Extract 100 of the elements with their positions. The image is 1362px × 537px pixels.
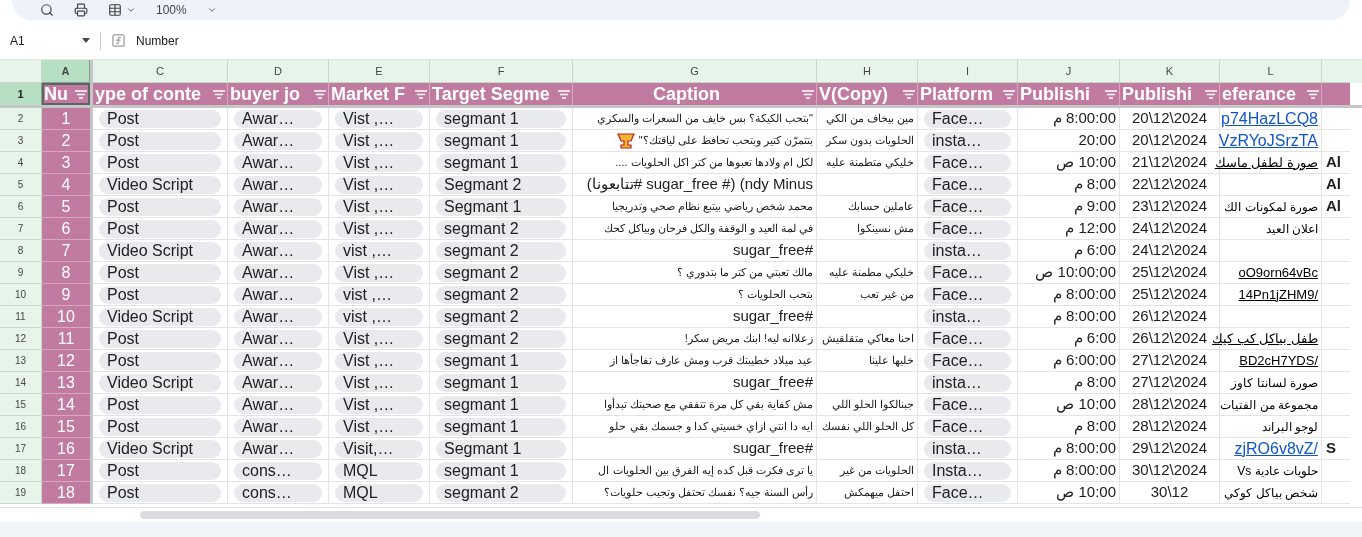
reference-link[interactable]: p74HazLCQ8 bbox=[1221, 106, 1318, 131]
dropdown-chip[interactable]: Awar… bbox=[234, 373, 322, 392]
filter-icon[interactable] bbox=[558, 89, 570, 99]
row-number[interactable]: 4 bbox=[17, 155, 24, 170]
row-number[interactable]: 3 bbox=[17, 133, 24, 148]
dropdown-chip[interactable]: Awar… bbox=[234, 417, 322, 436]
dropdown-chip[interactable]: Face… bbox=[924, 417, 1011, 436]
dropdown-chip[interactable]: Awar… bbox=[234, 219, 322, 238]
dropdown-chip[interactable]: segmant 1 bbox=[436, 351, 566, 370]
row-number[interactable]: 5 bbox=[17, 177, 24, 192]
row-header[interactable]: 1 bbox=[0, 83, 42, 105]
dropdown-chip[interactable]: segmant 2 bbox=[436, 307, 566, 326]
name-box[interactable]: A1 bbox=[0, 27, 100, 54]
dropdown-chip[interactable]: Post bbox=[99, 351, 221, 370]
dropdown-chip[interactable]: Awar… bbox=[234, 175, 322, 194]
dropdown-chip[interactable]: MQL bbox=[335, 483, 423, 502]
dropdown-chip[interactable]: Face… bbox=[924, 153, 1011, 172]
dropdown-chip[interactable]: Post bbox=[99, 197, 221, 216]
dropdown-chip[interactable]: Post bbox=[99, 153, 221, 172]
dropdown-chip[interactable]: segmant 1 bbox=[436, 395, 566, 414]
dropdown-chip[interactable]: Face… bbox=[924, 395, 1011, 414]
dropdown-chip[interactable]: segmant 1 bbox=[436, 131, 566, 150]
dropdown-chip[interactable]: Face… bbox=[924, 197, 1011, 216]
dropdown-chip[interactable]: Post bbox=[99, 329, 221, 348]
dropdown-chip[interactable]: Post bbox=[99, 131, 221, 150]
filter-icon[interactable] bbox=[213, 89, 225, 99]
dropdown-chip[interactable]: Vist ,… bbox=[335, 395, 423, 414]
filter-icon[interactable] bbox=[903, 89, 915, 99]
dropdown-chip[interactable]: Vist ,… bbox=[335, 417, 423, 436]
dropdown-chip[interactable]: Awar… bbox=[234, 131, 322, 150]
dropdown-chip[interactable]: Visit,… bbox=[335, 439, 423, 458]
dropdown-chip[interactable]: insta… bbox=[924, 373, 1011, 392]
dropdown-chip[interactable]: segmant 2 bbox=[436, 219, 566, 238]
dropdown-chip[interactable]: Vist ,… bbox=[335, 197, 423, 216]
dropdown-chip[interactable]: Awar… bbox=[234, 109, 322, 128]
dropdown-chip[interactable]: Segmant 1 bbox=[436, 197, 566, 216]
caret-icon[interactable] bbox=[206, 5, 217, 15]
dropdown-chip[interactable]: cons… bbox=[234, 483, 322, 502]
dropdown-chip[interactable]: Awar… bbox=[234, 351, 322, 370]
table-icon[interactable] bbox=[108, 3, 122, 17]
zoom-select[interactable]: 100% bbox=[156, 3, 187, 17]
dropdown-chip[interactable]: Face… bbox=[924, 285, 1011, 304]
dropdown-chip[interactable]: MQL bbox=[335, 461, 423, 480]
dropdown-chip[interactable]: segmant 1 bbox=[436, 109, 566, 128]
dropdown-chip[interactable]: Insta… bbox=[924, 461, 1011, 480]
filter-icon[interactable] bbox=[314, 89, 326, 99]
row-number[interactable]: 6 bbox=[17, 199, 24, 214]
dropdown-chip[interactable]: Face… bbox=[924, 109, 1011, 128]
dropdown-chip[interactable]: cons… bbox=[234, 461, 322, 480]
dropdown-chip[interactable]: segmant 2 bbox=[436, 241, 566, 260]
dropdown-chip[interactable]: insta… bbox=[924, 241, 1011, 260]
filter-icon[interactable] bbox=[1205, 89, 1217, 99]
dropdown-chip[interactable]: segmant 1 bbox=[436, 461, 566, 480]
dropdown-chip[interactable]: segmant 1 bbox=[436, 417, 566, 436]
print-icon[interactable] bbox=[74, 3, 88, 17]
dropdown-chip[interactable]: Post bbox=[99, 483, 221, 502]
dropdown-chip[interactable]: Awar… bbox=[234, 395, 322, 414]
filter-icon[interactable] bbox=[1105, 89, 1117, 99]
filter-icon[interactable] bbox=[1003, 89, 1015, 99]
dropdown-chip[interactable]: Face… bbox=[924, 329, 1011, 348]
dropdown-chip[interactable]: segmant 1 bbox=[436, 373, 566, 392]
caret-icon[interactable] bbox=[126, 5, 136, 15]
dropdown-chip[interactable]: insta… bbox=[924, 307, 1011, 326]
dropdown-chip[interactable]: Post bbox=[99, 263, 221, 282]
dropdown-chip[interactable]: segmant 2 bbox=[436, 263, 566, 282]
dropdown-chip[interactable]: Awar… bbox=[234, 197, 322, 216]
dropdown-chip[interactable]: Face… bbox=[924, 263, 1011, 282]
filter-icon[interactable] bbox=[802, 89, 814, 99]
dropdown-chip[interactable]: Post bbox=[99, 417, 221, 436]
dropdown-chip[interactable]: insta… bbox=[924, 439, 1011, 458]
dropdown-chip[interactable]: Post bbox=[99, 461, 221, 480]
dropdown-chip[interactable]: Video Script bbox=[99, 175, 221, 194]
dropdown-chip[interactable]: Awar… bbox=[234, 241, 322, 260]
search-icon[interactable] bbox=[40, 3, 54, 17]
column-header[interactable]: A bbox=[42, 60, 90, 83]
dropdown-chip[interactable]: Awar… bbox=[234, 439, 322, 458]
row-number[interactable]: 11 bbox=[15, 309, 26, 324]
dropdown-chip[interactable]: Awar… bbox=[234, 307, 322, 326]
formula-field[interactable]: Number bbox=[136, 31, 179, 50]
dropdown-chip[interactable]: Video Script bbox=[99, 241, 221, 260]
dropdown-chip[interactable]: Awar… bbox=[234, 329, 322, 348]
reference-link[interactable]: VzRYoJSrzTA bbox=[1218, 128, 1318, 153]
dropdown-chip[interactable]: Post bbox=[99, 395, 221, 414]
dropdown-chip[interactable]: Face… bbox=[924, 351, 1011, 370]
dropdown-chip[interactable]: Face… bbox=[924, 175, 1011, 194]
dropdown-chip[interactable]: Face… bbox=[924, 219, 1011, 238]
row-number[interactable]: 8 bbox=[17, 243, 24, 258]
dropdown-chip[interactable]: insta… bbox=[924, 131, 1011, 150]
dropdown-chip[interactable]: Awar… bbox=[234, 263, 322, 282]
dropdown-chip[interactable]: Awar… bbox=[234, 153, 322, 172]
dropdown-chip[interactable]: vist ,… bbox=[335, 307, 423, 326]
dropdown-chip[interactable]: Post bbox=[99, 219, 221, 238]
dropdown-chip[interactable]: Face… bbox=[924, 483, 1011, 502]
horizontal-scrollbar[interactable] bbox=[140, 511, 760, 519]
dropdown-chip[interactable]: Video Script bbox=[99, 439, 221, 458]
row-number[interactable]: 2 bbox=[17, 111, 24, 126]
dropdown-chip[interactable]: segmant 2 bbox=[436, 329, 566, 348]
dropdown-chip[interactable]: Segmant 2 bbox=[436, 175, 566, 194]
row-number[interactable]: 9 bbox=[17, 265, 24, 280]
reference-link[interactable]: zjRO6v8vZ/ bbox=[1234, 436, 1318, 461]
